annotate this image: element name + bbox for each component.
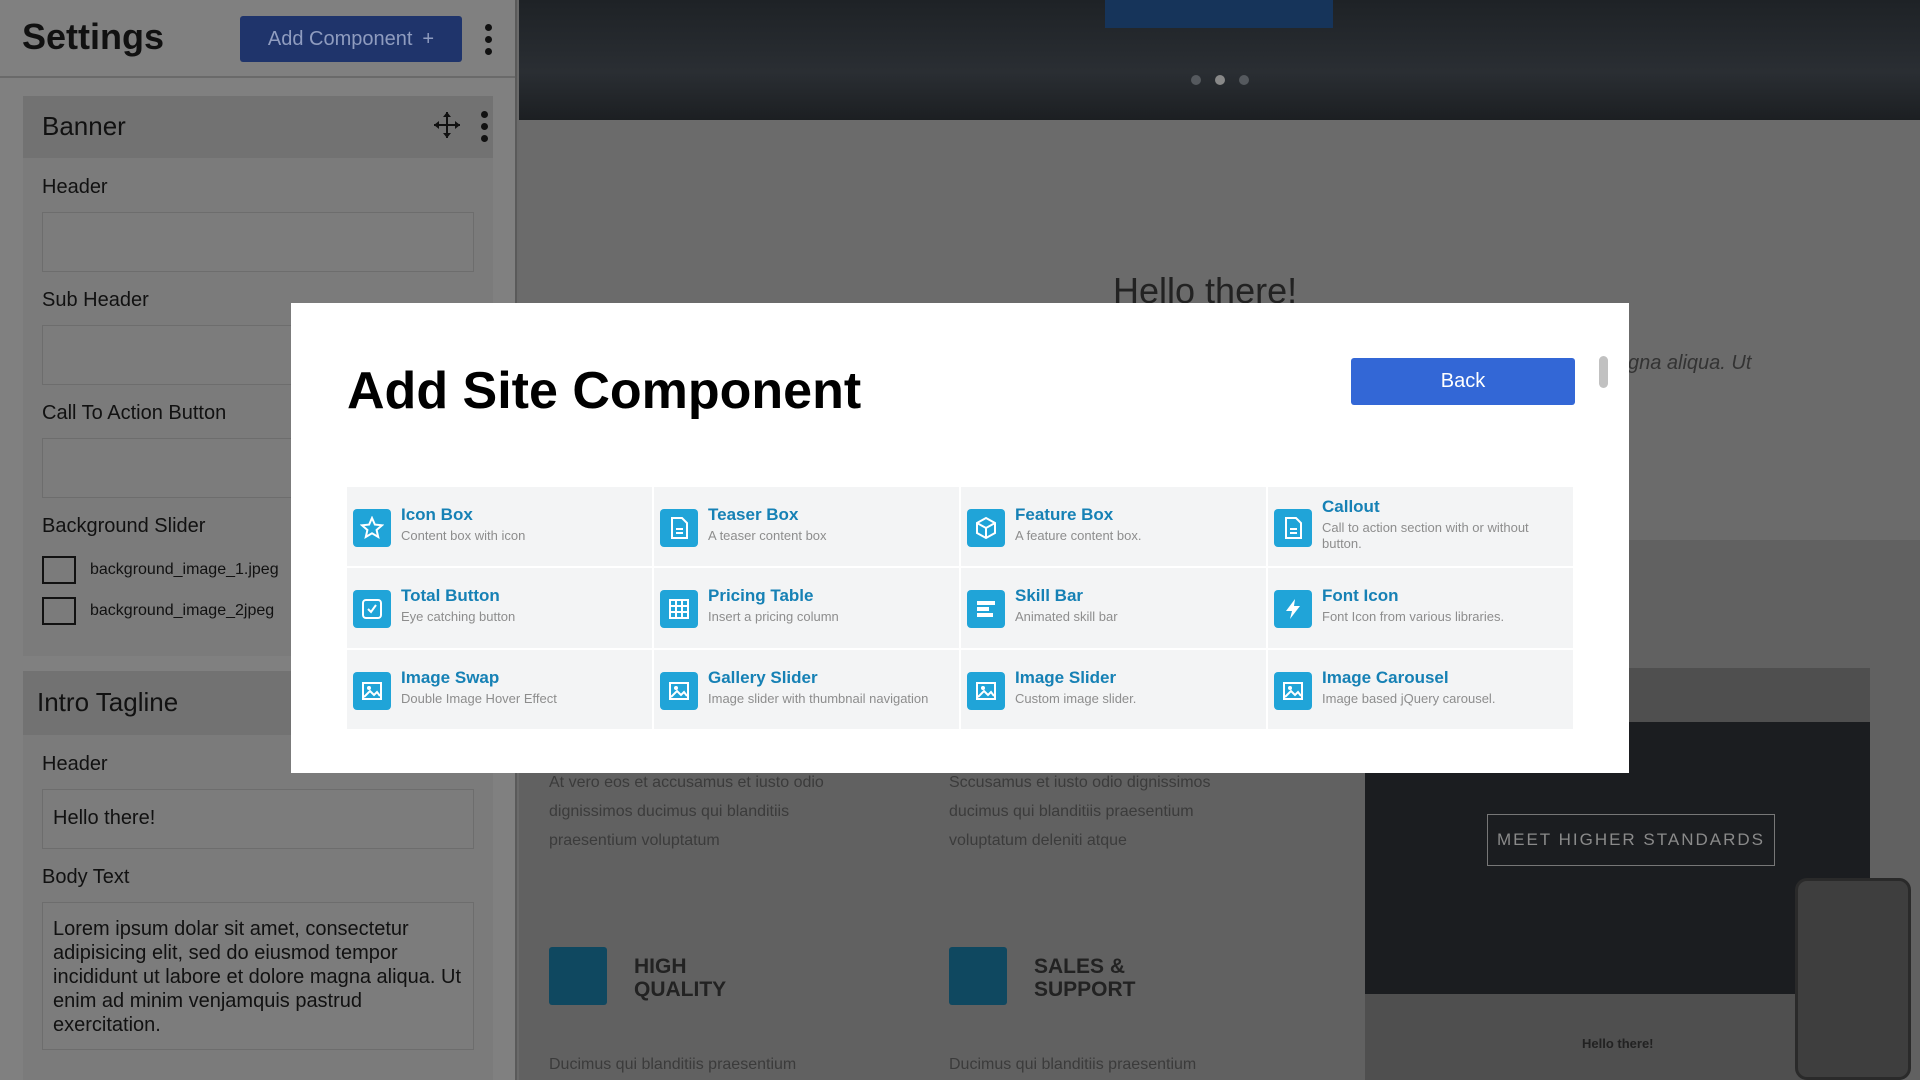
component-description: Content box with icon: [401, 528, 526, 543]
component-name: Icon Box: [401, 505, 473, 524]
laptop-icon: [949, 947, 1007, 1005]
cursor-icon: [353, 590, 391, 629]
back-button[interactable]: Back: [1351, 358, 1575, 405]
modal-title: Add Site Component: [347, 362, 862, 420]
component-name: Image Slider: [1015, 667, 1117, 687]
preview-lorem-text: gna aliqua. Ut: [1628, 352, 1752, 374]
intro-section-title: Intro Tagline: [37, 687, 179, 717]
image-icon: [353, 671, 391, 710]
hero-banner: [519, 0, 1920, 120]
component-card[interactable]: Total Button Eye catching button: [347, 568, 652, 648]
banner-section-header: Banner: [23, 96, 493, 158]
banner-more-icon[interactable]: [480, 111, 488, 142]
document-icon: [1274, 509, 1312, 547]
plus-icon: +: [422, 27, 435, 50]
component-card[interactable]: Pricing Table Insert a pricing column: [654, 568, 959, 648]
sidebar-title: Settings: [22, 16, 165, 57]
banner-header-label: Header: [42, 176, 108, 198]
image-file-icon: [42, 556, 76, 584]
image-icon: [660, 671, 698, 710]
move-icon[interactable]: [432, 110, 462, 140]
banner-slider-label: Background Slider: [42, 515, 206, 537]
component-description: Call to action section with or without b…: [1322, 520, 1529, 551]
component-grid: Icon Box Content box with icon Teaser Box A…: [347, 487, 1573, 729]
component-card[interactable]: Feature Box A feature content box.: [961, 487, 1266, 567]
component-name: Feature Box: [1015, 505, 1114, 524]
slider-file-item[interactable]: background_image_1.jpeg: [42, 554, 279, 586]
banner-subheader-label: Sub Header: [42, 289, 149, 311]
component-name: Image Swap: [401, 667, 500, 687]
component-description: Custom image slider.: [1015, 690, 1137, 706]
mockup-hello-text: Hello there!: [1582, 1036, 1654, 1051]
component-name: Teaser Box: [708, 505, 799, 524]
document-icon: [660, 509, 698, 547]
component-card[interactable]: Font Icon Font Icon from various librarie…: [1268, 568, 1573, 648]
component-name: Skill Bar: [1015, 586, 1084, 606]
component-description: Animated skill bar: [1015, 609, 1118, 625]
component-card[interactable]: Image Swap Double Image Hover Effect: [347, 649, 652, 729]
component-card[interactable]: Icon Box Content box with icon: [347, 487, 652, 567]
add-component-modal: Add Site Component Back Icon Box Content …: [291, 303, 1629, 773]
slider-file-name: background_image_1.jpeg: [90, 561, 279, 578]
banner-section-title: Banner: [42, 111, 126, 141]
modal-scrollbar[interactable]: [1599, 356, 1608, 388]
component-card[interactable]: Gallery Slider Image slider with thumbnai…: [654, 649, 959, 729]
feature-title: HIGH QUALITY: [634, 955, 727, 1001]
intro-body-label: Body Text: [42, 866, 130, 888]
component-description: A teaser content box: [708, 528, 827, 543]
airplane-icon: [549, 947, 607, 1005]
image-file-icon: [42, 597, 76, 625]
star-icon: [353, 509, 391, 547]
component-name: Total Button: [401, 586, 500, 606]
component-description: A feature content box.: [1015, 528, 1142, 543]
component-description: Image slider with thumbnail navigation: [708, 690, 929, 706]
component-card[interactable]: Teaser Box A teaser content box: [654, 487, 959, 567]
cube-icon: [967, 509, 1005, 547]
intro-header-input[interactable]: Hello there!: [42, 789, 474, 849]
slider-dots: [1191, 75, 1249, 85]
phone-mockup: [1795, 878, 1911, 1080]
feature-text: Ducimus qui blanditiis praesentium: [949, 1056, 1197, 1073]
component-description: Image based jQuery carousel.: [1322, 690, 1496, 706]
component-name: Image Carousel: [1322, 667, 1449, 687]
hero-cta-button: [1105, 0, 1333, 28]
feature-text: Ducimus qui blanditiis praesentium: [549, 1056, 797, 1073]
component-name: Callout: [1322, 497, 1380, 516]
component-name: Font Icon: [1322, 586, 1399, 606]
bolt-icon: [1274, 590, 1312, 629]
intro-header-value: Hello there!: [53, 807, 156, 829]
component-description: Insert a pricing column: [708, 609, 839, 625]
component-description: Font Icon from various libraries.: [1322, 609, 1505, 625]
component-description: Double Image Hover Effect: [401, 690, 557, 706]
image-icon: [1274, 671, 1312, 710]
component-name: Gallery Slider: [708, 667, 818, 687]
preview-column-text: Sccusamus et iusto odio dignissimos duci…: [949, 774, 1211, 849]
banner-header-input[interactable]: [42, 212, 474, 272]
slider-file-name: background_image_2jpeg: [90, 602, 275, 619]
component-card[interactable]: Skill Bar Animated skill bar: [961, 568, 1266, 648]
image-icon: [967, 671, 1005, 710]
sidebar-more-icon[interactable]: [484, 24, 492, 55]
component-card[interactable]: Image Carousel Image based jQuery carouse…: [1268, 649, 1573, 729]
component-description: Eye catching button: [401, 609, 516, 625]
table-icon: [660, 590, 698, 629]
component-name: Pricing Table: [708, 586, 814, 606]
add-component-button[interactable]: Add Component +: [240, 16, 462, 62]
intro-body-textarea[interactable]: Lorem ipsum dolar sit amet, consectetur …: [42, 902, 474, 1050]
banner-cta-label: Call To Action Button: [42, 402, 227, 424]
preview-column-text: At vero eos et accusamus et iusto odio d…: [549, 774, 824, 849]
component-card[interactable]: Callout Call to action section with or wi…: [1268, 487, 1573, 567]
add-component-label: Add Component: [267, 27, 413, 50]
component-card[interactable]: Image Slider Custom image slider.: [961, 649, 1266, 729]
mockup-cta-text: MEET HIGHER STANDARDS: [1487, 814, 1775, 866]
slider-file-item[interactable]: background_image_2jpeg: [42, 595, 274, 627]
intro-header-label: Header: [42, 753, 108, 775]
bars-icon: [967, 590, 1005, 629]
sidebar-header: Settings Add Component +: [0, 0, 515, 78]
feature-title: SALES & SUPPORT: [1034, 955, 1136, 1001]
